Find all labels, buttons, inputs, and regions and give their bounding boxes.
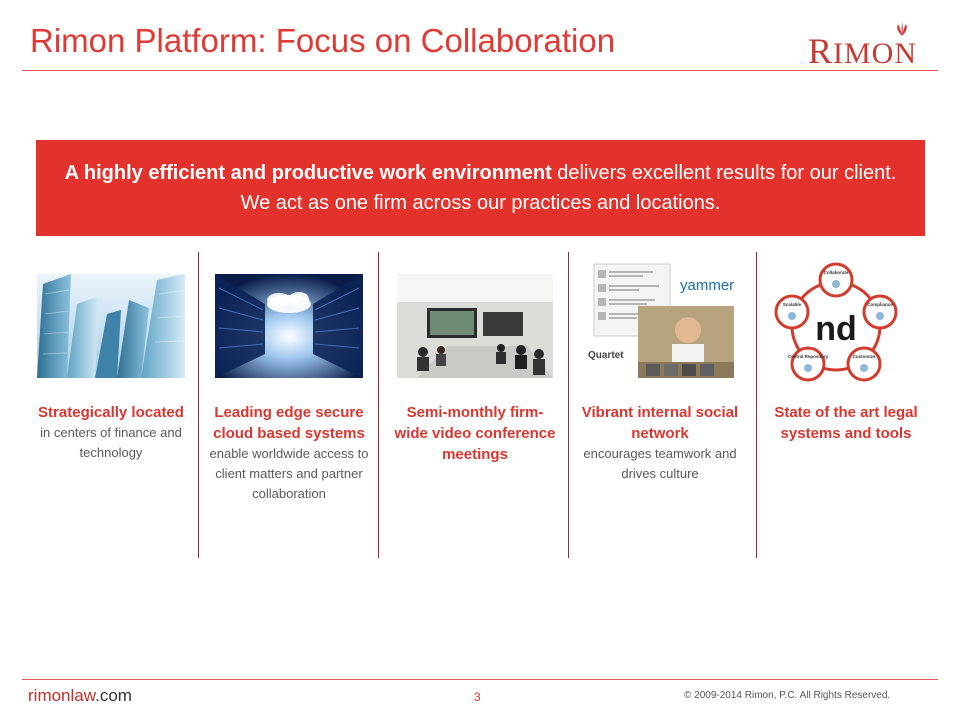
conference-room-image bbox=[397, 274, 553, 378]
column-description: encourages teamwork and drives culture bbox=[583, 446, 737, 481]
column-description: in centers of finance and technology bbox=[40, 425, 182, 460]
social-network-image: yammer Quartet bbox=[584, 262, 736, 380]
column-heading: Vibrant internal social network bbox=[581, 404, 739, 442]
footer-site-name: rimonlaw bbox=[28, 686, 96, 705]
skyscrapers-image bbox=[37, 274, 185, 378]
logo-letter-r: R bbox=[808, 31, 834, 71]
column-divider bbox=[568, 252, 569, 558]
footer-site-tld: .com bbox=[95, 686, 132, 705]
svg-text:Compliance: Compliance bbox=[867, 302, 893, 307]
copyright-notice: © 2009-2014 Rimon, P.C. All Rights Reser… bbox=[684, 690, 891, 701]
rimon-logo: RIMON bbox=[808, 22, 932, 71]
column-divider bbox=[756, 252, 757, 558]
server-room-image bbox=[215, 274, 363, 378]
svg-text:Scalable: Scalable bbox=[783, 302, 802, 307]
column-description: enable worldwide access to client matter… bbox=[209, 446, 369, 501]
slide-title: Rimon Platform: Focus on Collaboration bbox=[30, 22, 616, 59]
column-divider bbox=[198, 252, 199, 558]
svg-text:Central Repository: Central Repository bbox=[788, 354, 829, 359]
svg-text:Collaborate: Collaborate bbox=[824, 270, 849, 275]
footer-divider bbox=[22, 679, 938, 680]
yammer-logo: yammer bbox=[680, 277, 734, 294]
netdocuments-diagram: Collaborate Compliance Customize Central… bbox=[772, 260, 900, 386]
logo-flourish-icon bbox=[897, 22, 907, 36]
column-heading: Semi-monthly firm-wide video conference … bbox=[394, 404, 556, 463]
intro-banner: A highly efficient and productive work e… bbox=[36, 140, 925, 236]
column-heading: Strategically located bbox=[38, 404, 184, 421]
column-heading: Leading edge secure cloud based systems bbox=[213, 404, 365, 442]
nd-logo: nd bbox=[815, 310, 857, 348]
column-heading: State of the art legal systems and tools bbox=[774, 404, 918, 442]
footer-website[interactable]: rimonlaw.com bbox=[28, 686, 132, 706]
column-divider bbox=[378, 252, 379, 558]
svg-text:Customize: Customize bbox=[853, 354, 876, 359]
banner-bold-text: A highly efficient and productive work e… bbox=[64, 162, 552, 184]
quartet-label: Quartet bbox=[588, 350, 624, 361]
header-divider bbox=[22, 70, 938, 71]
page-number: 3 bbox=[474, 690, 481, 704]
logo-letters: IMON bbox=[833, 37, 918, 70]
